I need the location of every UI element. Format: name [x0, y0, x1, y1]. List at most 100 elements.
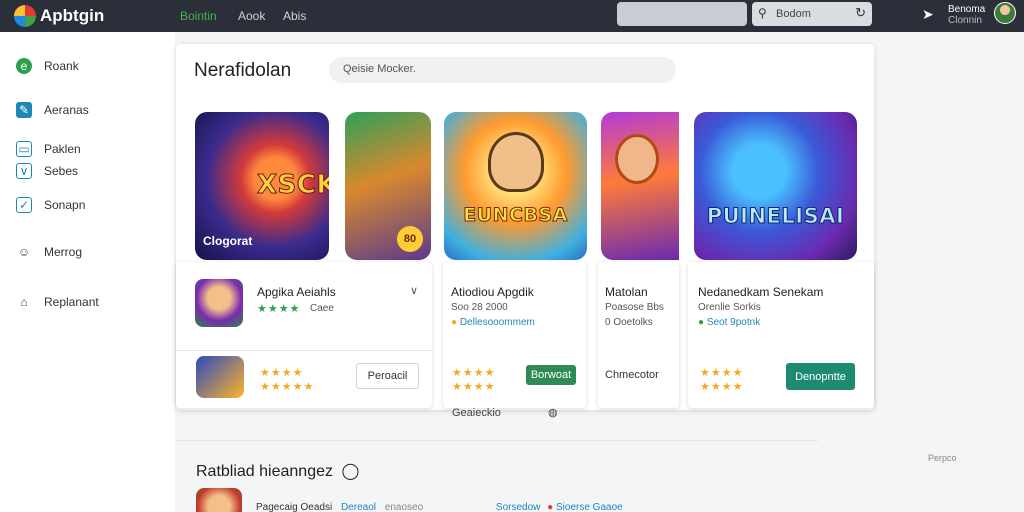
- sidebar-item-replanant[interactable]: ⌂ Replanant: [16, 294, 99, 310]
- sidebar-item-sonapn[interactable]: ✓ Sonapn: [16, 197, 85, 213]
- avatar[interactable]: [994, 2, 1016, 24]
- sidebar-item-label: Replanant: [44, 295, 99, 309]
- game-tile-title: EUNCBSA: [463, 204, 568, 227]
- side-link[interactable]: Perpco: [928, 453, 957, 463]
- pagination-label: Geaieckio: [452, 407, 501, 419]
- search-icon: ⚲: [758, 6, 767, 20]
- app-icon[interactable]: [195, 279, 243, 327]
- game-card-2[interactable]: Atiodiou Apgdik Soo 28 2000 ● Dellesooom…: [443, 262, 586, 408]
- card-action-button[interactable]: Borwoat: [526, 365, 576, 385]
- rating-stars: ★★★★: [700, 381, 744, 393]
- sidebar-item-merrog[interactable]: ☺ Merrog: [16, 244, 82, 260]
- app-icon[interactable]: [196, 488, 242, 512]
- card-action-button[interactable]: Peroacil: [356, 363, 419, 389]
- top-filter-box[interactable]: [617, 2, 747, 26]
- game-tile-1[interactable]: XSCKN Clogorat: [195, 112, 329, 260]
- brand-name: Apbtgin: [40, 6, 105, 25]
- sidebar-item-label: Merrog: [44, 245, 83, 259]
- section-title: Ratbliad hieanngez ◯: [196, 461, 359, 481]
- card-title[interactable]: Apgika Aeiahls: [257, 285, 336, 299]
- nav-item-home[interactable]: Bointin: [180, 9, 217, 23]
- nav-item-book[interactable]: Aook: [238, 9, 265, 23]
- home-icon: ⌂: [20, 295, 28, 309]
- sidebar-item-label: Sebes: [44, 164, 79, 178]
- card-title[interactable]: Nedanedkam Senekam: [698, 285, 823, 299]
- sidebar-item-label: Paklen: [44, 142, 81, 156]
- sidebar-item-roank[interactable]: e Roank: [16, 58, 79, 74]
- rating-stars: ★★★★★: [260, 381, 315, 393]
- sidebar-item-label: Aeranas: [44, 103, 89, 117]
- game-tile-tag: Clogorat: [203, 234, 253, 248]
- game-tile-1b[interactable]: 80: [345, 112, 431, 260]
- search-placeholder: Qeisie Mocker.: [343, 63, 416, 75]
- card-meta-text: Seot 9potnk: [706, 317, 761, 328]
- card-meta: ● Seot 9potnk: [698, 317, 761, 328]
- badge: 80: [397, 226, 423, 252]
- sidebar-item-label: Sonapn: [44, 198, 86, 212]
- game-card-1[interactable]: Apgika Aeiahls ∨ ★★★★ Caee ★★★★ ★★★★★ Pe…: [176, 262, 432, 408]
- user-name-line1: Benoma: [948, 4, 986, 15]
- chevron-down-icon: ∨: [16, 163, 32, 179]
- card-meta: 0 Ooetolks: [605, 317, 653, 328]
- game-tile-4[interactable]: PUINELISAI: [694, 112, 857, 260]
- game-tile-title: XSCKN: [256, 170, 329, 201]
- user-name-line2: Clonnin: [948, 15, 982, 26]
- card-subtitle: Caee: [310, 303, 334, 314]
- check-square-icon: ✓: [16, 197, 32, 213]
- game-card-3[interactable]: Matolan Poasose Bbs 0 Ooetolks Chmecotor: [598, 262, 679, 408]
- card-title[interactable]: Atiodiou Apgdik: [451, 285, 534, 299]
- footer-row: Pagecaig Oeadsi Dereaol enaoseo Sorsedow…: [256, 502, 623, 512]
- refresh-icon[interactable]: ↻: [855, 5, 866, 21]
- footer-link[interactable]: Sioerse Gaaoe: [556, 502, 623, 512]
- card-meta: ● Dellesooommem: [451, 317, 535, 328]
- app-logo[interactable]: [14, 5, 36, 27]
- sidebar-item-paklen[interactable]: ▭ Paklen: [16, 141, 81, 157]
- main-search-input[interactable]: Qeisie Mocker.: [329, 57, 676, 83]
- page-title: Nerafidolan: [194, 60, 292, 81]
- section-title-text: Ratbliad hieanngez: [196, 463, 333, 480]
- game-tile-title: PUINELISAI: [706, 204, 845, 229]
- sidebar-item-sebes[interactable]: ∨ Sebes: [16, 163, 78, 179]
- card-subtitle: Poasose Bbs: [605, 302, 664, 313]
- character-art: [488, 132, 544, 192]
- square-icon: ✎: [16, 102, 32, 118]
- game-tile-2[interactable]: EUNCBSA: [444, 112, 587, 260]
- game-art: [694, 112, 857, 260]
- pagination-dot-icon[interactable]: ◍: [548, 407, 558, 419]
- game-tile-3[interactable]: [601, 112, 679, 260]
- card-subtitle: Soo 28 2000: [451, 302, 508, 313]
- card-action-button[interactable]: Chmecotor: [605, 369, 659, 381]
- footer-link[interactable]: Sorsedow: [496, 502, 540, 512]
- footer-link[interactable]: Dereaol: [341, 502, 376, 512]
- top-search-input[interactable]: ⚲ Bodom ↻: [752, 2, 872, 26]
- card-title[interactable]: Matolan: [605, 285, 648, 299]
- pagination-text[interactable]: Geaieckio ◍: [452, 406, 558, 419]
- card-meta-text: Dellesooommem: [459, 317, 535, 328]
- sidebar: e Roank ✎ Aeranas ▭ Paklen ∨ Sebes ✓ Son…: [0, 32, 175, 512]
- card-subtitle: Orenlie Sorkis: [698, 302, 761, 313]
- rating-stars: ★★★★: [700, 367, 744, 379]
- circle-icon: e: [16, 58, 32, 74]
- tray-icon: ▭: [16, 141, 32, 157]
- sidebar-item-aeranas[interactable]: ✎ Aeranas: [16, 102, 89, 118]
- footer-text: Pagecaig Oeadsi: [256, 502, 333, 512]
- footer-link-secondary[interactable]: enaoseo: [385, 502, 423, 512]
- nav-item-abis[interactable]: Abis: [283, 9, 306, 23]
- user-name[interactable]: Benoma Clonnin: [948, 4, 985, 26]
- search-text: Bodom: [776, 8, 811, 20]
- sidebar-item-label: Roank: [44, 59, 79, 73]
- rating-stars: ★★★★: [452, 381, 496, 393]
- smile-icon: ☺: [17, 245, 31, 259]
- card-action-button[interactable]: Denopntte: [786, 363, 855, 390]
- rating-stars: ★★★★: [452, 367, 496, 379]
- character-art: [615, 134, 659, 184]
- game-card-4[interactable]: Nedanedkam Senekam Orenlie Sorkis ● Seot…: [688, 262, 874, 408]
- section-divider: [176, 440, 818, 441]
- top-bar: Apbtgin Bointin Aook Abis ⚲ Bodom ↻ ➤ Be…: [0, 0, 1024, 32]
- app-icon[interactable]: [196, 356, 244, 398]
- info-icon[interactable]: ◯: [341, 463, 359, 480]
- notification-icon[interactable]: ➤: [922, 6, 934, 23]
- divider: [176, 350, 432, 351]
- chevron-down-icon[interactable]: ∨: [410, 284, 418, 297]
- rating-stars: ★★★★: [260, 367, 304, 379]
